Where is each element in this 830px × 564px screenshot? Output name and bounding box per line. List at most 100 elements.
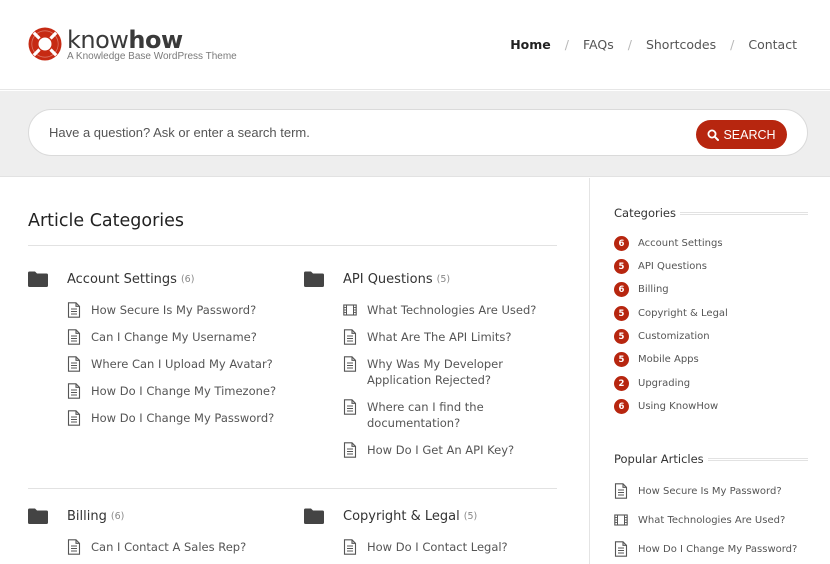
category-api-questions[interactable]: API Questions (5) [304, 271, 450, 287]
article-link[interactable]: Can I Contact A Sales Rep? [67, 539, 246, 555]
document-icon [614, 541, 628, 557]
article-link[interactable]: What Technologies Are Used? [343, 302, 536, 318]
sidebar: Categories 6 Account Settings 5 API Ques… [589, 178, 830, 564]
article-title: How Do I Change My Password? [91, 411, 275, 425]
sidebar-category-label: API Questions [638, 261, 707, 272]
category-billing[interactable]: Billing (6) [28, 508, 124, 524]
widget-title-rule [708, 458, 808, 461]
search-band: Have a question? Ask or enter a search t… [0, 91, 830, 177]
category-name: API Questions [343, 271, 433, 287]
popular-article[interactable]: What Technologies Are Used? [614, 512, 785, 528]
nav-separator: / [730, 37, 735, 52]
sidebar-category[interactable]: 5 Mobile Apps [614, 352, 699, 367]
site-logo[interactable]: knowhow A Knowledge Base WordPress Theme [28, 26, 268, 67]
document-icon [67, 383, 81, 399]
nav-contact[interactable]: Contact [748, 37, 797, 52]
article-title: What Technologies Are Used? [367, 303, 537, 317]
document-icon [67, 356, 81, 372]
article-link[interactable]: What Are The API Limits? [343, 329, 511, 345]
site-name-bold: how [128, 26, 183, 54]
nav-home[interactable]: Home [510, 37, 551, 52]
sidebar-category[interactable]: 2 Upgrading [614, 376, 690, 391]
article-link[interactable]: How Do I Contact Legal? [343, 539, 508, 555]
count-badge: 5 [614, 352, 629, 367]
page-title: Article Categories [28, 211, 185, 231]
search-icon [707, 129, 720, 141]
category-copyright-legal[interactable]: Copyright & Legal (5) [304, 508, 477, 524]
main-content: Article Categories Account Settings (6) … [0, 178, 589, 564]
search-input[interactable]: Have a question? Ask or enter a search t… [28, 109, 808, 156]
sidebar-category-label: Upgrading [638, 378, 691, 389]
article-link[interactable]: How Do I Get An API Key? [343, 442, 514, 458]
popular-article-title: How Secure Is My Password? [638, 485, 782, 497]
count-badge: 6 [614, 236, 629, 251]
article-link[interactable]: Why Was My Developer Application Rejecte… [343, 356, 503, 388]
category-name: Account Settings [67, 271, 177, 287]
category-name: Copyright & Legal [343, 508, 460, 524]
lifebuoy-logo-icon [28, 27, 62, 61]
document-icon [343, 442, 357, 458]
video-icon [343, 302, 357, 318]
popular-article[interactable]: How Do I Change My Password? [614, 541, 797, 557]
folder-icon [304, 271, 324, 287]
article-title: How Secure Is My Password? [91, 303, 257, 317]
category-count: (5) [463, 510, 478, 522]
article-title: What Are The API Limits? [367, 330, 512, 344]
popular-article[interactable]: How Secure Is My Password? [614, 483, 782, 499]
document-icon [67, 329, 81, 345]
site-tagline: A Knowledge Base WordPress Theme [67, 51, 237, 62]
popular-widget-title: Popular Articles [614, 452, 704, 466]
sidebar-category[interactable]: 5 API Questions [614, 259, 707, 274]
article-title: Can I Change My Username? [91, 330, 257, 344]
document-icon [614, 483, 628, 499]
sidebar-category[interactable]: 6 Using KnowHow [614, 399, 718, 414]
article-link[interactable]: How Do I Change My Timezone? [67, 383, 276, 399]
sidebar-category-label: Account Settings [638, 238, 723, 249]
category-count: (6) [180, 273, 195, 285]
document-icon [67, 539, 81, 555]
sidebar-category-label: Mobile Apps [638, 354, 699, 365]
document-icon [67, 302, 81, 318]
sidebar-category[interactable]: 5 Copyright & Legal [614, 306, 728, 321]
nav-separator: / [627, 37, 632, 52]
article-title-line1: Where can I find the [367, 400, 484, 414]
video-icon [614, 512, 628, 528]
widget-title-rule [680, 212, 808, 215]
sidebar-category[interactable]: 5 Customization [614, 329, 710, 344]
popular-article-title: What Technologies Are Used? [638, 514, 786, 526]
article-link[interactable]: Can I Change My Username? [67, 329, 257, 345]
article-link[interactable]: How Secure Is My Password? [67, 302, 256, 318]
article-link[interactable]: Where Can I Upload My Avatar? [67, 356, 273, 372]
category-count: (6) [110, 510, 125, 522]
nav-faqs[interactable]: FAQs [583, 37, 614, 52]
article-link[interactable]: Where can I find the documentation? [343, 399, 484, 431]
sidebar-category-label: Copyright & Legal [638, 308, 728, 319]
search-placeholder: Have a question? Ask or enter a search t… [49, 125, 310, 140]
search-button[interactable]: SEARCH [696, 120, 787, 149]
section-divider [28, 488, 557, 489]
sidebar-category-label: Using KnowHow [638, 401, 719, 412]
document-icon [67, 410, 81, 426]
category-account-settings[interactable]: Account Settings (6) [28, 271, 194, 287]
article-title-line2: documentation? [367, 416, 461, 430]
document-icon [343, 329, 357, 345]
sidebar-category-label: Customization [638, 331, 710, 342]
sidebar-category-label: Billing [638, 284, 669, 295]
article-title-line2: Application Rejected? [367, 373, 492, 387]
site-name: knowhow [67, 26, 183, 54]
article-title: Why Was My Developer Application Rejecte… [367, 356, 503, 388]
sidebar-category[interactable]: 6 Billing [614, 282, 669, 297]
article-link[interactable]: How Do I Change My Password? [67, 410, 274, 426]
article-title: How Do I Contact Legal? [367, 540, 508, 554]
sidebar-category[interactable]: 6 Account Settings [614, 236, 723, 251]
popular-article-title: How Do I Change My Password? [638, 543, 798, 555]
article-title: How Do I Change My Timezone? [91, 384, 277, 398]
article-title: How Do I Get An API Key? [367, 443, 515, 457]
site-name-light: know [67, 26, 129, 54]
document-icon [343, 539, 357, 555]
article-title: Can I Contact A Sales Rep? [91, 540, 247, 554]
nav-shortcodes[interactable]: Shortcodes [646, 37, 716, 52]
article-title: Where Can I Upload My Avatar? [91, 357, 273, 371]
folder-icon [28, 271, 48, 287]
main-nav: Home / FAQs / Shortcodes / Contact [510, 37, 797, 52]
